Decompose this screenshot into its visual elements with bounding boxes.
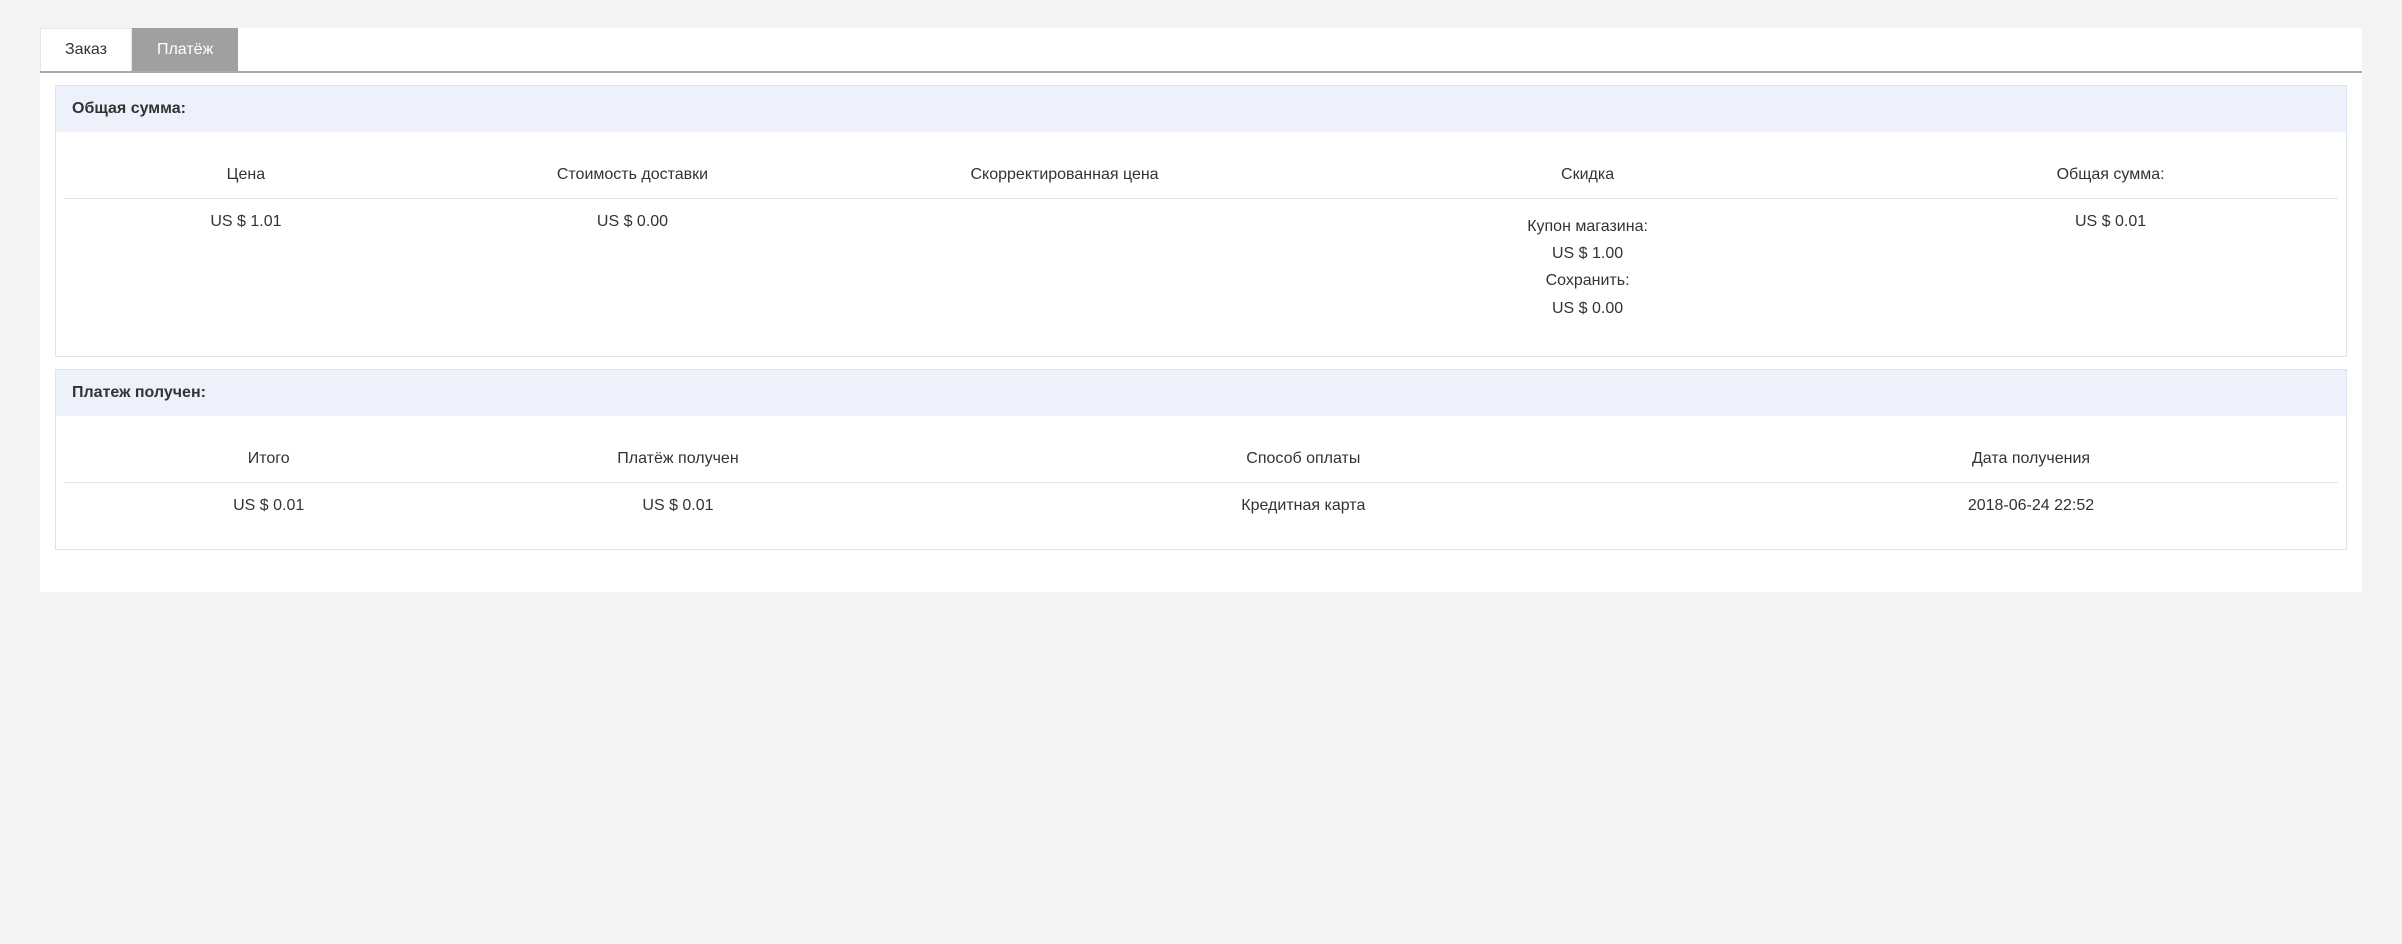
- cell-total: US $ 0.01: [1883, 199, 2338, 336]
- discount-save-label: Сохранить:: [1302, 267, 1873, 294]
- header-discount: Скидка: [1292, 152, 1883, 199]
- header-total: Общая сумма:: [1883, 152, 2338, 199]
- table-row: US $ 1.01 US $ 0.00 Купон магазина: US $…: [64, 199, 2338, 336]
- tab-payment[interactable]: Платёж: [132, 28, 238, 71]
- discount-store-coupon-label: Купон магазина:: [1302, 213, 1873, 240]
- payment-received-title: Платеж получен:: [56, 370, 2346, 416]
- header-price: Цена: [64, 152, 428, 199]
- payment-received-section: Платеж получен: Итого Платёж получен Спо…: [55, 369, 2347, 550]
- discount-save-value: US $ 0.00: [1302, 295, 1873, 322]
- payment-panel: Заказ Платёж Общая сумма: Цена Стоимость…: [40, 28, 2362, 592]
- total-amount-table: Цена Стоимость доставки Скорректированна…: [64, 152, 2338, 336]
- discount-store-coupon-value: US $ 1.00: [1302, 240, 1873, 267]
- cell-grand-total: US $ 0.01: [64, 482, 473, 529]
- header-date: Дата получения: [1724, 436, 2338, 483]
- cell-adjusted: [837, 199, 1292, 336]
- cell-discount: Купон магазина: US $ 1.00 Сохранить: US …: [1292, 199, 1883, 336]
- table-row: US $ 0.01 US $ 0.01 Кредитная карта 2018…: [64, 482, 2338, 529]
- cell-shipping: US $ 0.00: [428, 199, 837, 336]
- payment-received-body: Итого Платёж получен Способ оплаты Дата …: [56, 416, 2346, 549]
- tab-order[interactable]: Заказ: [40, 28, 132, 71]
- cell-price: US $ 1.01: [64, 199, 428, 336]
- header-method: Способ оплаты: [883, 436, 1724, 483]
- table-header-row: Цена Стоимость доставки Скорректированна…: [64, 152, 2338, 199]
- payment-received-table: Итого Платёж получен Способ оплаты Дата …: [64, 436, 2338, 529]
- table-header-row: Итого Платёж получен Способ оплаты Дата …: [64, 436, 2338, 483]
- header-received: Платёж получен: [473, 436, 882, 483]
- header-adjusted: Скорректированная цена: [837, 152, 1292, 199]
- cell-method: Кредитная карта: [883, 482, 1724, 529]
- tabs-bar: Заказ Платёж: [40, 28, 2362, 73]
- total-amount-body: Цена Стоимость доставки Скорректированна…: [56, 132, 2346, 356]
- header-shipping: Стоимость доставки: [428, 152, 837, 199]
- total-amount-section: Общая сумма: Цена Стоимость доставки Ско…: [55, 85, 2347, 357]
- header-grand-total: Итого: [64, 436, 473, 483]
- cell-received: US $ 0.01: [473, 482, 882, 529]
- content-area: Общая сумма: Цена Стоимость доставки Ско…: [40, 73, 2362, 592]
- total-amount-title: Общая сумма:: [56, 86, 2346, 132]
- cell-date: 2018-06-24 22:52: [1724, 482, 2338, 529]
